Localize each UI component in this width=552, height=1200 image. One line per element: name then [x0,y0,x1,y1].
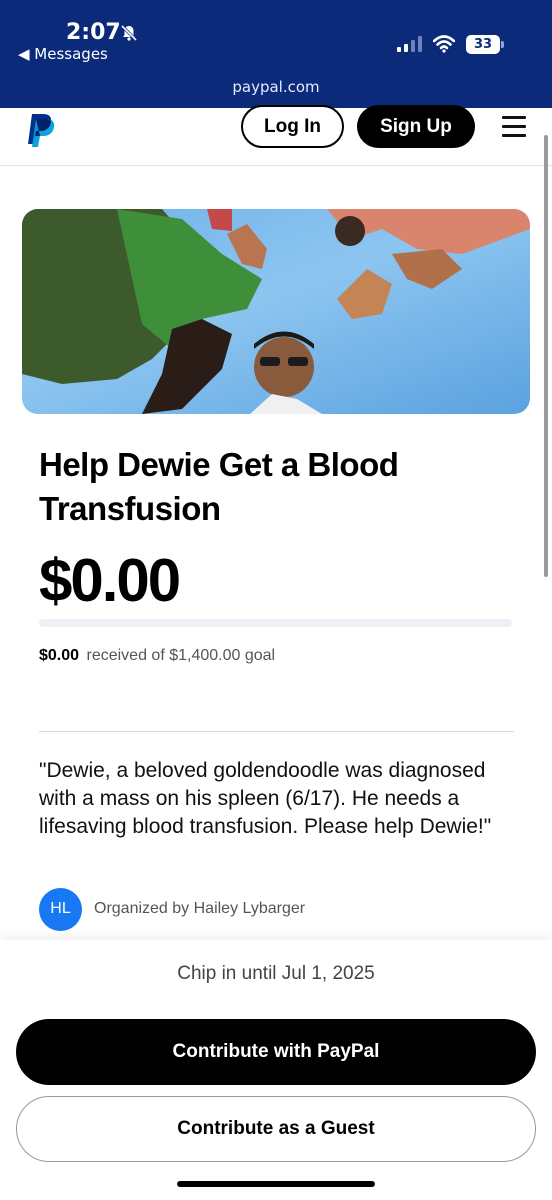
contribute-with-paypal-button[interactable]: Contribute with PayPal [16,1019,536,1085]
progress-bar [39,619,512,627]
organizer: HL Organized by Hailey Lybarger [39,887,305,931]
clock: 2:07 [66,20,121,45]
avatar: HL [39,887,82,931]
paypal-logo-icon[interactable] [26,112,56,148]
scrollbar[interactable] [544,135,548,577]
amount-raised: $0.00 [39,547,181,614]
received-amount: $0.00 [39,647,80,664]
battery-level: 33 [466,35,500,54]
organizer-name: Organized by Hailey Lybarger [94,900,306,917]
wifi-icon [433,35,455,53]
bell-slash-icon [120,24,138,42]
signal-icon [397,36,422,52]
campaign-hero-image [22,209,530,414]
contribute-panel: Chip in until Jul 1, 2025 Contribute wit… [0,940,552,1200]
signup-button[interactable]: Sign Up [357,105,475,148]
site-header: Log In Sign Up [0,105,552,166]
campaign-title: Help Dewie Get a Blood Transfusion [39,446,399,527]
url-bar[interactable]: paypal.com [0,78,552,96]
campaign-description: "Dewie, a beloved goldendoodle was diagn… [39,759,492,838]
contribute-as-guest-button[interactable]: Contribute as a Guest [16,1096,536,1162]
back-to-messages-link[interactable]: ◀ Messages [18,45,108,63]
home-indicator [177,1181,375,1187]
goal-summary: $0.00 received of $1,400.00 goal [39,647,275,665]
hamburger-menu-icon[interactable] [502,116,526,138]
login-button[interactable]: Log In [241,105,344,148]
battery-icon: 33 [466,35,504,54]
goal-text: received of $1,400.00 goal [86,647,276,664]
status-bar: 2:07 ◀ Messages 33 paypal.com [0,0,552,108]
divider [39,731,514,732]
deadline-text: Chip in until Jul 1, 2025 [177,963,375,984]
